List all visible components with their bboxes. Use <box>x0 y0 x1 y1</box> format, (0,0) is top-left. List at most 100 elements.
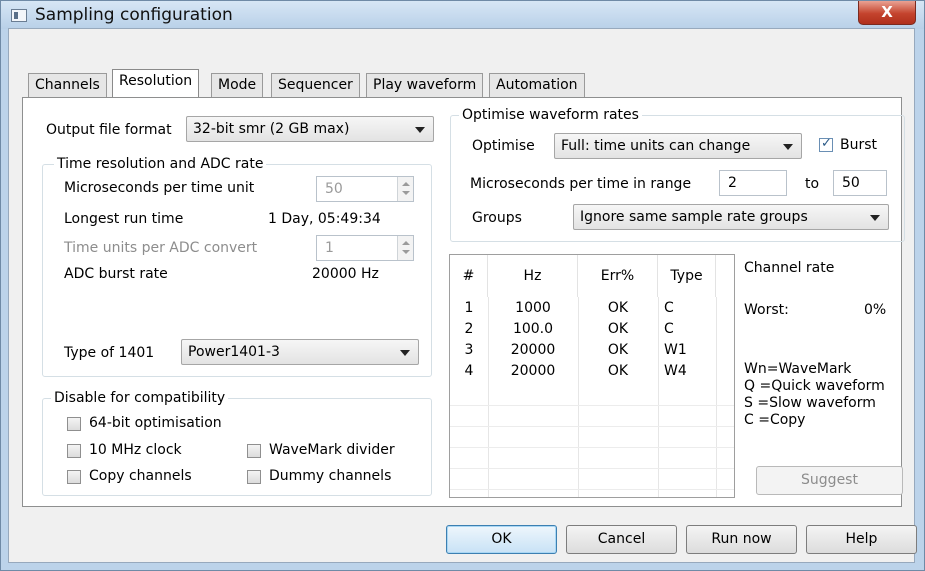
type-of-1401-value: Power1401-3 <box>188 344 280 360</box>
wavemark-divider-label: WaveMark divider <box>269 442 395 458</box>
worst-value: 0% <box>864 302 887 318</box>
spin-down-icon <box>402 250 410 254</box>
us-per-time-unit-value: 50 <box>325 181 343 197</box>
chevron-down-icon <box>415 127 425 133</box>
table-row[interactable]: 2 100.0 OK C <box>450 321 716 341</box>
clock10-label: 10 MHz clock <box>89 442 182 458</box>
ok-button[interactable]: OK <box>446 525 557 554</box>
cancel-button[interactable]: Cancel <box>566 525 677 554</box>
cell-number: 3 <box>464 342 474 358</box>
burst-checkbox[interactable] <box>819 136 833 152</box>
table-row[interactable]: 4 20000 OK W4 <box>450 363 716 383</box>
cell-type: W1 <box>664 342 687 358</box>
chevron-down-icon <box>870 215 880 221</box>
range-from-input[interactable]: 2 <box>719 170 787 196</box>
cell-number: 4 <box>464 363 474 379</box>
dummy-channels-label: Dummy channels <box>269 468 392 484</box>
worst-label: Worst: <box>744 302 789 318</box>
optimise-legend: Optimise waveform rates <box>459 107 642 123</box>
type-of-1401-select[interactable]: Power1401-3 <box>181 339 419 365</box>
range-to-label: to <box>805 176 820 192</box>
opt64-checkbox[interactable] <box>67 417 81 431</box>
time-units-per-adc-label: Time units per ADC convert <box>64 240 258 256</box>
range-to-input[interactable]: 50 <box>833 170 887 196</box>
cell-type: W4 <box>664 363 687 379</box>
tab-sequencer[interactable]: Sequencer <box>271 73 360 97</box>
dummy-channels-checkbox[interactable] <box>247 470 261 484</box>
cell-number: 1 <box>464 300 474 316</box>
column-header-hz[interactable]: Hz <box>488 255 578 297</box>
chevron-down-icon <box>783 144 793 150</box>
cell-number: 2 <box>464 321 474 337</box>
groups-value: Ignore same sample rate groups <box>580 209 808 225</box>
cell-err: OK <box>607 321 629 337</box>
adc-burst-rate-value: 20000 Hz <box>312 266 379 282</box>
tab-automation[interactable]: Automation <box>489 73 585 97</box>
adc-burst-rate-label: ADC burst rate <box>64 266 168 282</box>
column-header-number[interactable]: # <box>450 255 488 297</box>
suggest-button[interactable]: Suggest <box>756 466 903 495</box>
us-per-time-unit-label: Microseconds per time unit <box>64 180 255 196</box>
groups-label: Groups <box>472 210 522 226</box>
time-units-per-adc-value: 1 <box>325 240 334 256</box>
optimise-label: Optimise <box>472 138 535 154</box>
copy-channels-label: Copy channels <box>89 468 192 484</box>
clock10-checkbox[interactable] <box>67 444 81 458</box>
cell-hz: 20000 <box>510 363 556 379</box>
cell-err: OK <box>607 342 629 358</box>
row-divider <box>450 426 734 427</box>
cell-hz: 100.0 <box>512 321 554 337</box>
cell-hz: 20000 <box>510 342 556 358</box>
groups-select[interactable]: Ignore same sample rate groups <box>573 204 889 230</box>
output-file-format-label: Output file format <box>46 122 172 138</box>
run-now-button[interactable]: Run now <box>686 525 797 554</box>
opt64-label: 64-bit optimisation <box>89 415 222 431</box>
spinner-buttons[interactable] <box>397 236 413 260</box>
longest-run-time-value: 1 Day, 05:49:34 <box>268 211 381 227</box>
channel-rates-table[interactable]: # Hz Err% Type 1 1000 OK C 2 100.0 OK C … <box>449 254 735 498</box>
wavemark-divider-checkbox[interactable] <box>247 444 261 458</box>
optimise-value: Full: time units can change <box>561 138 751 154</box>
spinner-buttons[interactable] <box>397 177 413 201</box>
app-icon <box>11 9 27 22</box>
cell-hz: 1000 <box>515 300 551 316</box>
copy-channels-checkbox[interactable] <box>67 470 81 484</box>
title-bar: Sampling configuration X <box>1 1 924 29</box>
time-resolution-legend: Time resolution and ADC rate <box>54 156 267 172</box>
type-legend-line: C =Copy <box>744 412 806 428</box>
compatibility-legend: Disable for compatibility <box>51 390 229 406</box>
column-header-err[interactable]: Err% <box>578 255 658 297</box>
tab-channels[interactable]: Channels <box>28 73 107 97</box>
type-of-1401-label: Type of 1401 <box>64 345 155 361</box>
chevron-down-icon <box>400 350 410 356</box>
column-header-type[interactable]: Type <box>658 255 716 297</box>
tab-play-waveform[interactable]: Play waveform <box>366 73 484 97</box>
table-row[interactable]: 3 20000 OK W1 <box>450 342 716 362</box>
cell-err: OK <box>607 363 629 379</box>
burst-label: Burst <box>840 137 878 153</box>
tab-mode[interactable]: Mode <box>211 73 264 97</box>
row-divider <box>450 405 734 406</box>
type-legend-line: Q =Quick waveform <box>744 378 885 394</box>
channel-rate-heading: Channel rate <box>744 260 835 276</box>
type-legend-line: S =Slow waveform <box>744 395 876 411</box>
output-file-format-select[interactable]: 32-bit smr (2 GB max) <box>186 116 434 142</box>
close-icon: X <box>881 3 893 21</box>
window-title: Sampling configuration <box>35 5 233 25</box>
us-per-time-unit-spinner[interactable]: 50 <box>316 176 414 202</box>
spin-up-icon <box>402 241 410 245</box>
close-button[interactable]: X <box>858 1 916 25</box>
cell-type: C <box>664 321 674 337</box>
type-legend-line: Wn=WaveMark <box>744 361 852 377</box>
help-button[interactable]: Help <box>806 525 917 554</box>
cell-err: OK <box>607 300 629 316</box>
optimise-select[interactable]: Full: time units can change <box>554 133 802 159</box>
table-row[interactable]: 1 1000 OK C <box>450 300 716 320</box>
time-units-per-adc-spinner[interactable]: 1 <box>316 235 414 261</box>
us-range-label: Microseconds per time in range <box>470 176 692 192</box>
spin-up-icon <box>402 182 410 186</box>
tab-resolution[interactable]: Resolution <box>112 69 200 97</box>
output-file-format-value: 32-bit smr (2 GB max) <box>193 121 350 137</box>
row-divider <box>450 489 734 490</box>
row-divider <box>450 447 734 448</box>
